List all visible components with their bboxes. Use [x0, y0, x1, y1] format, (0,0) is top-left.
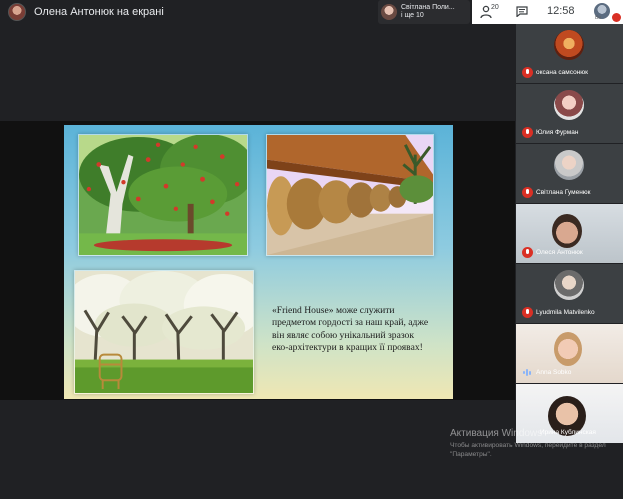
- participant-video: [552, 214, 582, 248]
- chat-icon[interactable]: [516, 6, 528, 17]
- presenter-avatar: [8, 3, 26, 21]
- speaker-text: Світлана Поли... і ще 10: [401, 4, 455, 20]
- participant-name: Світлана Гуменюк: [536, 189, 591, 196]
- participant-avatar: [554, 150, 584, 180]
- participant-tile[interactable]: Світлана Гуменюк: [516, 144, 623, 203]
- participant-name: Юлия Фурман: [536, 129, 579, 136]
- participant-tile[interactable]: оксана самсонюк: [516, 24, 623, 83]
- participant-avatar: [554, 270, 584, 300]
- presenter-info: Олена Антонюк на екрані: [8, 3, 164, 21]
- apple-orchard-photo: [78, 134, 248, 256]
- participant-name: Lyudmila Matvilenko: [536, 309, 595, 316]
- mic-off-icon: [522, 307, 533, 318]
- participant-video: [554, 332, 582, 366]
- people-count: 20: [491, 4, 499, 11]
- participant-avatar: [554, 90, 584, 120]
- speaker-others: і ще 10: [401, 12, 424, 19]
- control-area: 20 12:58 Ви: [472, 0, 623, 24]
- participant-tile[interactable]: Lyudmila Matvilenko: [516, 264, 623, 323]
- participant-avatar: [554, 30, 584, 60]
- self-mic-muted-icon: [612, 13, 621, 22]
- shared-screen: «Friend House» може служити предметом го…: [0, 121, 515, 400]
- mic-off-icon: [522, 247, 533, 258]
- participant-name: Олеся Антонюк: [536, 249, 583, 256]
- blooming-garden-photo: [74, 270, 254, 394]
- participant-name: оксана самсонюк: [536, 69, 588, 76]
- speaker-avatar: [381, 4, 397, 20]
- presenter-name: Олена Антонюк на екрані: [34, 6, 164, 18]
- presentation-slide: «Friend House» може служити предметом го…: [64, 125, 453, 399]
- eco-house-photo: [266, 134, 434, 256]
- meet-window: Олена Антонюк на екрані Світлана Поли...…: [0, 0, 623, 499]
- windows-activation-title: Активация Windows: [450, 428, 543, 439]
- participant-video-tile[interactable]: Anna Sobko: [516, 324, 623, 383]
- mic-off-icon: [522, 127, 533, 138]
- mic-off-icon: [522, 187, 533, 198]
- self-label: Ви: [595, 15, 602, 21]
- top-bar: Олена Антонюк на екрані Світлана Поли...…: [0, 0, 623, 24]
- participant-name: Ирина Кублинская: [540, 429, 596, 436]
- clock: 12:58: [547, 5, 575, 17]
- active-speaker-chip[interactable]: Світлана Поли... і ще 10: [378, 0, 470, 24]
- slide-caption: «Friend House» може служити предметом го…: [272, 305, 429, 354]
- speaking-indicator-icon: [523, 369, 532, 376]
- participant-name: Anna Sobko: [536, 369, 572, 376]
- speaker-name: Світлана Поли...: [401, 4, 455, 11]
- mic-off-icon: [522, 67, 533, 78]
- windows-activation-text: Чтобы активировать Windows, перейдите в …: [450, 442, 606, 458]
- participant-tile[interactable]: Юлия Фурман: [516, 84, 623, 143]
- participant-video-tile[interactable]: Олеся Антонюк: [516, 204, 623, 263]
